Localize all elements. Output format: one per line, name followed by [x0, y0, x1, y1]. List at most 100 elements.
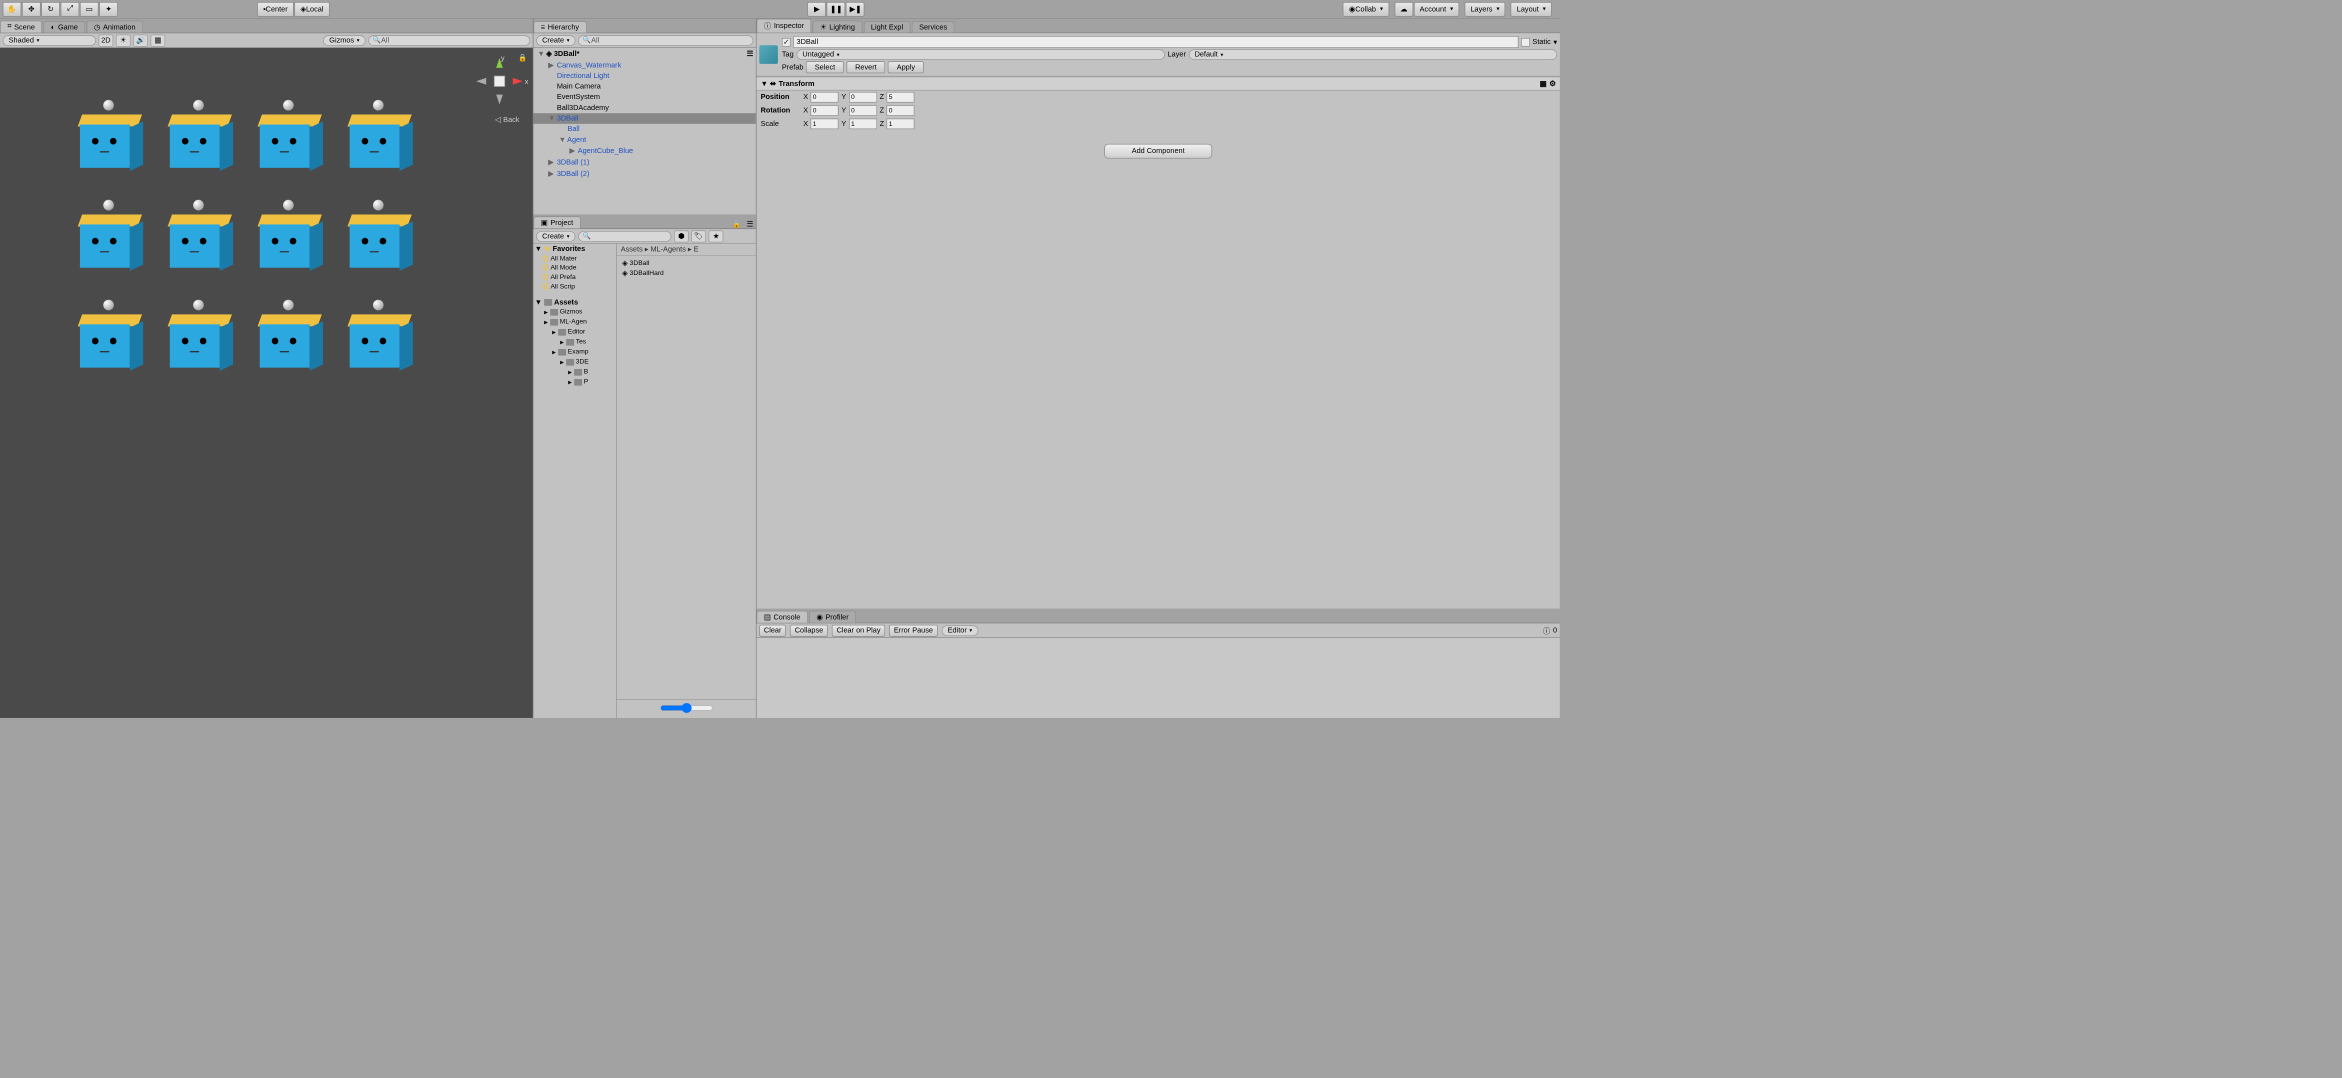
scene-root[interactable]: ▼ ◈ 3DBall*☰	[533, 48, 755, 59]
tab-game[interactable]: ◐ Game	[44, 21, 86, 32]
rot-y[interactable]	[849, 105, 877, 116]
clearplay-button[interactable]: Clear on Play	[832, 624, 885, 636]
tab-profiler[interactable]: ◉ Profiler	[809, 611, 856, 623]
tree-folder[interactable]: ▸3DE	[533, 357, 616, 367]
tab-animation[interactable]: ◷ Animation	[87, 21, 143, 33]
star-icon[interactable]: ★	[709, 230, 724, 242]
hierarchy-item[interactable]: Directional Light	[533, 71, 755, 82]
menu-icon[interactable]: ☰	[744, 220, 756, 229]
layout-dropdown[interactable]: Layout	[1511, 2, 1552, 17]
orientation-gizmo[interactable]: y x	[473, 55, 526, 108]
hierarchy-item[interactable]: Main Camera	[533, 81, 755, 92]
add-component-button[interactable]: Add Component	[1104, 144, 1212, 159]
hierarchy-item[interactable]: Ball3DAcademy	[533, 103, 755, 114]
hierarchy-item[interactable]: ▶ 3DBall (2)	[533, 168, 755, 179]
tab-lighting[interactable]: ☀ Lighting	[813, 21, 863, 33]
scl-x[interactable]	[811, 119, 839, 130]
move-tool[interactable]: ✥	[22, 2, 41, 17]
tree-folder[interactable]: ▸ML-Agen	[533, 317, 616, 327]
prefab-apply[interactable]: Apply	[888, 61, 924, 73]
audio-toggle[interactable]: 🔊	[133, 34, 148, 46]
scl-y[interactable]	[849, 119, 877, 130]
tree-folder[interactable]: ▸Tes	[533, 337, 616, 347]
hierarchy-item[interactable]: ▶ 3DBall (1)	[533, 157, 755, 168]
tab-project[interactable]: ▣ Project	[533, 216, 580, 228]
fx-toggle[interactable]: ▦	[151, 34, 166, 46]
scene-search[interactable]: 🔍All	[368, 35, 530, 46]
hierarchy-search[interactable]: 🔍All	[578, 35, 753, 46]
prefab-select[interactable]: Select	[806, 61, 844, 73]
assets-folder[interactable]: ▼Assets	[533, 298, 616, 307]
layer-dropdown[interactable]: Default	[1189, 49, 1558, 60]
project-file[interactable]: ◈ 3DBallHard	[619, 268, 753, 278]
step-button[interactable]: ▶❚	[846, 2, 865, 17]
scale-tool[interactable]: ⤢	[61, 2, 80, 17]
favorite-item[interactable]: Q All Mater	[533, 254, 616, 263]
search-scope-icon[interactable]: ⬢	[674, 230, 689, 242]
errorpause-button[interactable]: Error Pause	[889, 624, 937, 636]
shading-mode[interactable]: Shaded	[3, 35, 96, 46]
favorite-item[interactable]: Q All Prefa	[533, 272, 616, 281]
account-dropdown[interactable]: Account	[1414, 2, 1459, 17]
project-file[interactable]: ◈ 3DBall	[619, 258, 753, 268]
tree-folder[interactable]: ▸Editor	[533, 327, 616, 337]
back-button[interactable]: ◁ Back	[495, 115, 520, 124]
favorite-item[interactable]: Q All Mode	[533, 263, 616, 272]
hierarchy-item[interactable]: ▼ 3DBall	[533, 113, 755, 124]
pos-z[interactable]	[887, 92, 915, 103]
tab-hierarchy[interactable]: ≡ Hierarchy	[533, 21, 586, 32]
thumbnail-size-slider[interactable]	[660, 703, 713, 714]
lock-icon[interactable]: 🔒	[730, 220, 744, 229]
tree-folder[interactable]: ▸B	[533, 367, 616, 377]
tab-scene[interactable]: ⌗ Scene	[0, 21, 42, 33]
tab-services[interactable]: Services	[912, 21, 955, 32]
static-dropdown-icon[interactable]: ▾	[1553, 38, 1557, 47]
label-icon[interactable]: 🏷	[691, 230, 706, 242]
collapse-button[interactable]: Collapse	[790, 624, 828, 636]
hierarchy-item[interactable]: ▼ Agent	[533, 135, 755, 146]
project-create[interactable]: Create	[536, 231, 575, 242]
tree-folder[interactable]: ▸Gizmos	[533, 307, 616, 317]
project-search[interactable]: 🔍	[578, 231, 671, 242]
tree-folder[interactable]: ▸Examp	[533, 347, 616, 357]
transform-tool[interactable]: ✦	[99, 2, 118, 17]
tab-inspector[interactable]: ⓘ Inspector	[757, 19, 812, 33]
hand-tool[interactable]: ✋	[3, 2, 22, 17]
help-icon[interactable]: ▦	[1540, 79, 1547, 88]
local-button[interactable]: ◈ Local	[294, 2, 329, 17]
tag-dropdown[interactable]: Untagged	[796, 49, 1165, 60]
hierarchy-item[interactable]: ▶ Canvas_Watermark	[533, 59, 755, 70]
hierarchy-item[interactable]: Ball	[533, 124, 755, 135]
prefab-revert[interactable]: Revert	[846, 61, 885, 73]
clear-button[interactable]: Clear	[759, 624, 786, 636]
rect-tool[interactable]: ▭	[80, 2, 99, 17]
scl-z[interactable]	[887, 119, 915, 130]
favorites-folder[interactable]: ▼★Favorites	[533, 244, 616, 254]
gizmos-dropdown[interactable]: Gizmos	[323, 35, 365, 46]
tab-light-explorer[interactable]: Light Expl	[864, 21, 911, 32]
rot-z[interactable]	[887, 105, 915, 116]
pause-button[interactable]: ❚❚	[827, 2, 846, 17]
pos-x[interactable]	[811, 92, 839, 103]
transform-component[interactable]: ▼ ⬌ Transform▦ ⚙	[757, 77, 1560, 91]
static-checkbox[interactable]	[1521, 38, 1530, 47]
active-checkbox[interactable]: ✓	[782, 38, 791, 47]
rot-x[interactable]	[811, 105, 839, 116]
rotate-tool[interactable]: ↻	[41, 2, 60, 17]
tab-console[interactable]: ▤ Console	[757, 611, 808, 623]
layers-dropdown[interactable]: Layers	[1464, 2, 1505, 17]
project-breadcrumb[interactable]: Assets ▸ ML-Agents ▸ E	[617, 244, 756, 256]
hierarchy-item[interactable]: ▶ AgentCube_Blue	[533, 145, 755, 156]
play-button[interactable]: ▶	[808, 2, 827, 17]
editor-dropdown[interactable]: Editor	[942, 625, 978, 636]
center-button[interactable]: ▪ Center	[257, 2, 294, 17]
scene-viewport[interactable]: // placeholder, cubes built below via st…	[0, 48, 533, 718]
name-field[interactable]	[793, 36, 1518, 48]
lighting-toggle[interactable]: ☀	[116, 34, 131, 46]
cloud-button[interactable]: ☁	[1394, 2, 1413, 17]
tree-folder[interactable]: ▸P	[533, 377, 616, 387]
2d-toggle[interactable]: 2D	[99, 34, 114, 46]
pos-y[interactable]	[849, 92, 877, 103]
hierarchy-create[interactable]: Create	[536, 35, 575, 46]
collab-dropdown[interactable]: ◉ Collab	[1343, 2, 1389, 17]
